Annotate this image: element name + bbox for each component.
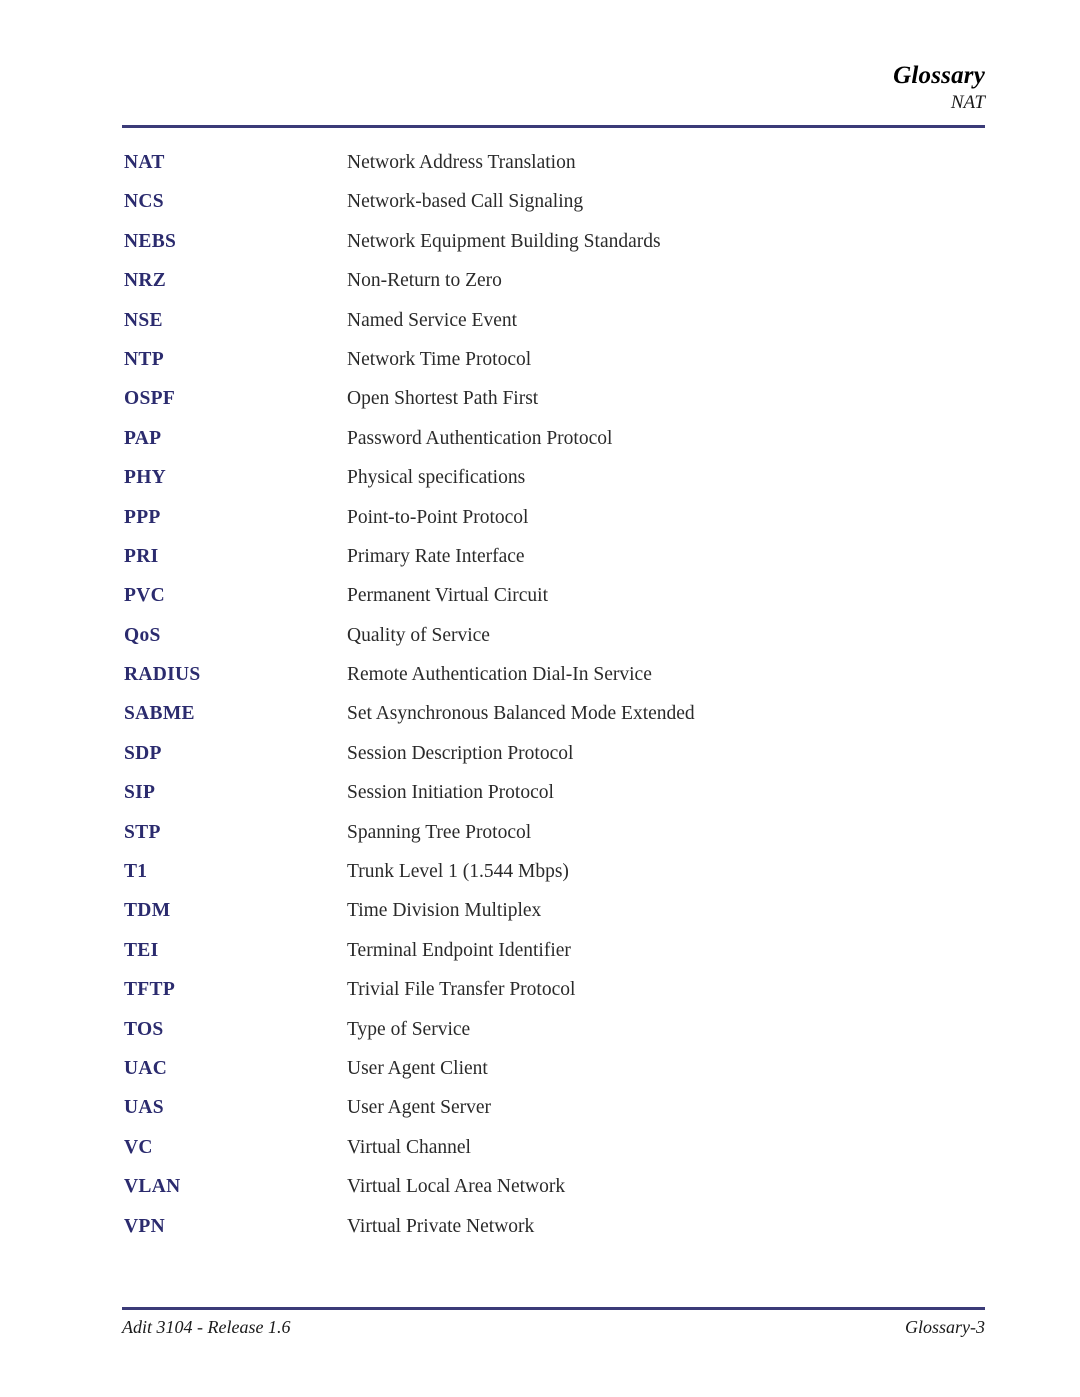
glossary-term: SDP <box>124 742 162 764</box>
glossary-term: PAP <box>124 427 162 449</box>
glossary-definition: Open Shortest Path First <box>347 388 539 410</box>
glossary-term: NEBS <box>124 230 177 252</box>
glossary-entry: NRZ Non-Return to Zero <box>122 269 985 308</box>
glossary-definition: Network Address Translation <box>347 152 576 173</box>
glossary-definition: Time Division Multiplex <box>347 900 542 922</box>
glossary-term: NCS <box>124 191 164 213</box>
glossary-term: SIP <box>124 782 156 804</box>
glossary-term: PHY <box>124 467 167 489</box>
glossary-term: NTP <box>124 348 164 370</box>
glossary-term: NSE <box>124 309 163 331</box>
glossary-term: PRI <box>124 545 159 567</box>
footer-page-number: Glossary-3 <box>905 1317 985 1337</box>
glossary-term: VPN <box>124 1215 165 1237</box>
glossary-term: STP <box>124 821 161 843</box>
glossary-definition: Permanent Virtual Circuit <box>347 585 549 607</box>
glossary-term: PVC <box>124 585 165 607</box>
page-header-subtitle: NAT <box>950 92 985 113</box>
glossary-entry: UAC User Agent Client <box>122 1057 985 1096</box>
glossary-definition: Type of Service <box>347 1018 471 1040</box>
glossary-definition: Non-Return to Zero <box>347 270 502 292</box>
glossary-term: RADIUS <box>124 664 201 686</box>
glossary-entry: PVC Permanent Virtual Circuit <box>122 584 985 623</box>
glossary-entry: RADIUS Remote Authentication Dial-In Serv… <box>122 663 985 702</box>
glossary-entry: VPN Virtual Private Network <box>122 1215 985 1254</box>
glossary-definition: Network Equipment Building Standards <box>347 230 661 252</box>
glossary-definition: Virtual Local Area Network <box>347 1176 566 1198</box>
glossary-term: VLAN <box>124 1176 181 1198</box>
glossary-entry: QoS Quality of Service <box>122 624 985 663</box>
glossary-page: Glossary NAT NAT Network Address Translat… <box>0 0 1080 1397</box>
glossary-entry: TEI Terminal Endpoint Identifier <box>122 939 985 978</box>
glossary-entry: TFTP Trivial File Transfer Protocol <box>122 978 985 1017</box>
page-footer: Adit 3104 - Release 1.6 Glossary-3 <box>122 1316 985 1338</box>
glossary-term: TOS <box>124 1018 164 1040</box>
glossary-entry: VLAN Virtual Local Area Network <box>122 1175 985 1214</box>
glossary-entry: PRI Primary Rate Interface <box>122 545 985 584</box>
glossary-definition: Trunk Level 1 (1.544 Mbps) <box>347 861 569 883</box>
glossary-term: TEI <box>124 939 159 961</box>
glossary-term: TFTP <box>124 979 176 1001</box>
glossary-definition: User Agent Server <box>347 1097 492 1119</box>
glossary-entry: SABME Set Asynchronous Balanced Mode Exte… <box>122 702 985 741</box>
glossary-definition: Terminal Endpoint Identifier <box>347 939 571 961</box>
glossary-definition: Remote Authentication Dial-In Service <box>347 664 652 686</box>
glossary-term: QoS <box>124 624 161 646</box>
glossary-definition: Physical specifications <box>347 467 526 489</box>
glossary-definition: Primary Rate Interface <box>347 545 525 567</box>
glossary-definition: Virtual Private Network <box>347 1215 535 1237</box>
glossary-definition: Quality of Service <box>347 624 490 646</box>
header-divider <box>122 125 985 128</box>
glossary-definition: Point-to-Point Protocol <box>347 506 529 528</box>
glossary-entry: UAS User Agent Server <box>122 1096 985 1135</box>
glossary-entry: PPP Point-to-Point Protocol <box>122 506 985 545</box>
glossary-definition: Password Authentication Protocol <box>347 427 613 449</box>
glossary-entry: T1 Trunk Level 1 (1.544 Mbps) <box>122 860 985 899</box>
glossary-term: UAC <box>124 1057 168 1079</box>
glossary-definition: Named Service Event <box>347 309 518 331</box>
glossary-entry: NAT Network Address Translation <box>122 151 985 190</box>
glossary-entry: NCS Network-based Call Signaling <box>122 190 985 229</box>
glossary-definition: Session Initiation Protocol <box>347 782 554 804</box>
glossary-entry: TDM Time Division Multiplex <box>122 899 985 938</box>
glossary-term: T1 <box>124 861 148 883</box>
glossary-term: UAS <box>124 1097 164 1119</box>
glossary-definition: Network Time Protocol <box>347 348 532 370</box>
glossary-definition: Session Description Protocol <box>347 742 574 764</box>
glossary-entry: SDP Session Description Protocol <box>122 742 985 781</box>
page-header-title: Glossary <box>893 62 985 89</box>
glossary-definition: Spanning Tree Protocol <box>347 821 532 843</box>
glossary-entry-list: NAT Network Address Translation NCS Network… <box>122 151 985 1254</box>
glossary-entry: NSE Named Service Event <box>122 309 985 348</box>
glossary-definition: Network-based Call Signaling <box>347 191 584 213</box>
glossary-entry: PHY Physical specifications <box>122 466 985 505</box>
glossary-term: NRZ <box>124 270 167 292</box>
glossary-term: OSPF <box>124 388 176 410</box>
glossary-entry: TOS Type of Service <box>122 1018 985 1057</box>
glossary-definition: Trivial File Transfer Protocol <box>347 979 576 1001</box>
glossary-entry: SIP Session Initiation Protocol <box>122 781 985 820</box>
glossary-entry: STP Spanning Tree Protocol <box>122 821 985 860</box>
glossary-entry: NTP Network Time Protocol <box>122 348 985 387</box>
glossary-term: VC <box>124 1136 153 1158</box>
glossary-definition: Virtual Channel <box>347 1136 471 1158</box>
footer-document-label: Adit 3104 - Release 1.6 <box>122 1317 291 1337</box>
glossary-entry: VC Virtual Channel <box>122 1136 985 1175</box>
footer-divider <box>122 1307 985 1310</box>
glossary-term: TDM <box>124 900 171 922</box>
glossary-definition: Set Asynchronous Balanced Mode Extended <box>347 703 695 725</box>
page-header: Glossary NAT <box>122 62 985 115</box>
glossary-entry: PAP Password Authentication Protocol <box>122 427 985 466</box>
glossary-entry: OSPF Open Shortest Path First <box>122 387 985 426</box>
glossary-term: NAT <box>124 152 165 173</box>
glossary-entry: NEBS Network Equipment Building Standards <box>122 230 985 269</box>
glossary-definition: User Agent Client <box>347 1057 488 1079</box>
glossary-term: PPP <box>124 506 161 528</box>
glossary-term: SABME <box>124 703 195 725</box>
